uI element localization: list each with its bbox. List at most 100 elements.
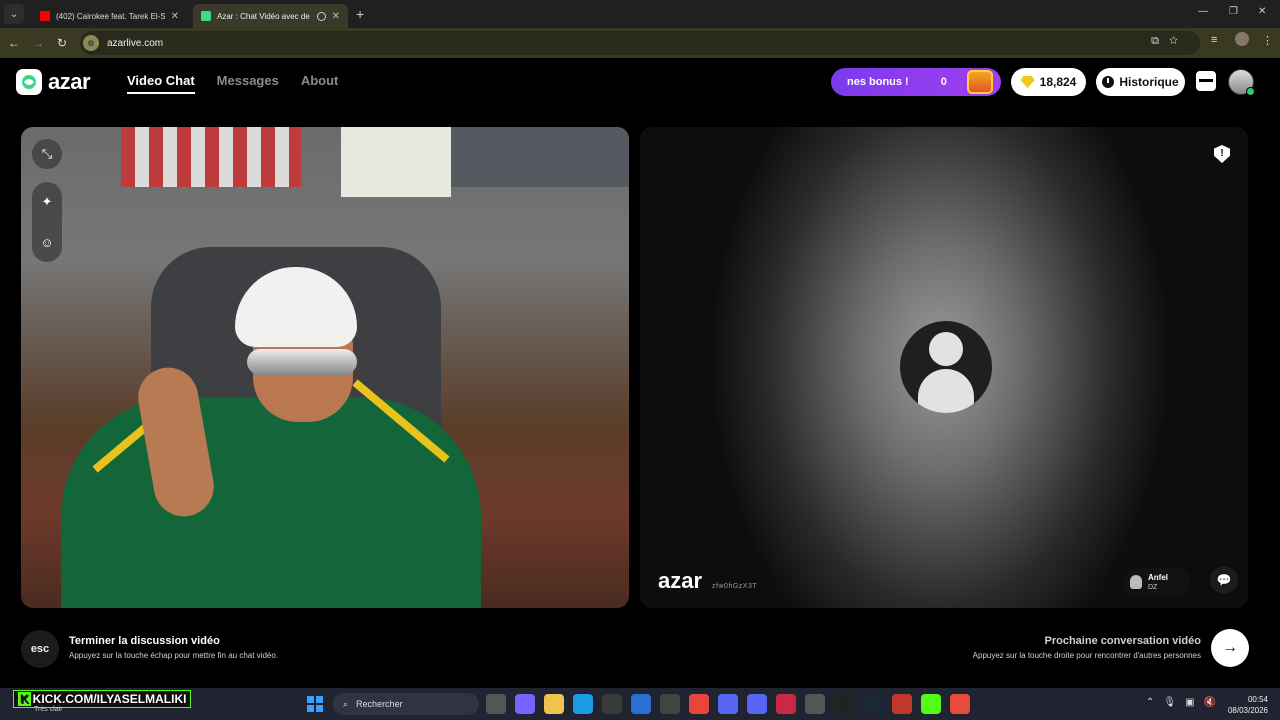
inbox-icon[interactable] [1196,71,1216,91]
main-nav: Video Chat Messages About [127,73,338,94]
copilot-icon[interactable] [515,694,535,714]
app-icon[interactable] [805,694,825,714]
weather-text[interactable]: Très clair [34,706,63,713]
person-torso [61,397,481,608]
avatar-body [918,369,974,413]
youtube-icon [40,11,50,21]
azar-app: azar Video Chat Messages About nes bonus… [0,58,1280,688]
effects-controls: ✦ ☺ [32,182,62,262]
self-video: ⤡ ✦ ☺ [21,127,629,608]
minimize-icon[interactable]: — [1198,6,1208,17]
partner-name: Anfel [1148,572,1168,582]
bonus-text: nes bonus ! [847,76,909,88]
clock-date: 08/03/2026 [1227,706,1268,715]
search-placeholder: Rechercher [356,699,403,709]
recording-icon [316,11,326,21]
azar-logo[interactable]: azar [16,69,91,95]
next-chat-subtitle: Appuyez sur la touche droite pour rencon… [972,651,1201,660]
close-icon[interactable]: ✕ [171,11,179,22]
reading-list-icon[interactable]: ≡ [1211,34,1217,46]
shrink-icon[interactable]: ⤡ [32,139,62,169]
back-icon[interactable]: ← [2,36,26,50]
bonus-banner[interactable]: nes bonus ! 0 [831,68,1001,96]
azar-logo-icon [16,69,42,95]
gems-count: 18,824 [1039,75,1077,89]
background-rack [451,127,629,187]
bonus-value: 0 [940,76,947,88]
taskbar-search[interactable]: ⌕ Rechercher [333,693,479,715]
address-bar[interactable]: ⚙ azarlive.com ⧉☆ [80,31,1200,55]
treasure-chest-icon [967,70,993,94]
online-status-dot [1246,87,1255,96]
chrome-icon[interactable] [689,694,709,714]
gems-balance-button[interactable]: 18,824 [1011,68,1086,96]
file-explorer-icon[interactable] [544,694,564,714]
azar-watermark: azar zfw0hGzX3T [658,568,757,594]
profile-avatar[interactable] [1235,32,1249,46]
forward-icon[interactable]: → [26,36,50,50]
history-button[interactable]: Historique [1096,68,1185,96]
tab-list-chevron-icon[interactable]: ⌄ [4,4,24,24]
reload-icon[interactable]: ↻ [50,36,74,50]
tab-title: (402) Cairokee feat. Tarek El-Sh [56,11,165,21]
background-flag [121,127,301,187]
next-arrow-button[interactable]: → [1211,629,1249,667]
taskbar-clock[interactable]: 00:54 08/03/2026 [1228,694,1268,716]
nav-messages[interactable]: Messages [217,73,279,94]
install-bookmark-icons[interactable]: ⧉☆ [1151,35,1188,48]
app-icon[interactable] [892,694,912,714]
nav-about[interactable]: About [301,73,339,94]
edge-icon[interactable] [573,694,593,714]
partner-placeholder-avatar [900,321,992,413]
system-tray[interactable]: ⌃🎙▣🔇 [1146,697,1225,708]
nav-video-chat[interactable]: Video Chat [127,73,195,94]
background-shirt [341,127,451,197]
app-icon[interactable] [660,694,680,714]
steam-icon[interactable] [863,694,883,714]
magic-wand-icon[interactable]: ✦ [42,194,53,210]
azar-favicon-icon [201,11,211,21]
site-info-icon[interactable]: ⚙ [83,35,99,51]
partner-video: ! azar zfw0hGzX3T Anfel DZ 💬 [640,127,1248,608]
app-icon[interactable] [776,694,796,714]
end-chat-subtitle: Appuyez sur la touche échap pour mettre … [69,651,279,660]
clock-time: 00:54 [1247,695,1268,704]
face-filter-icon[interactable]: ☺ [40,235,53,250]
end-chat-title: Terminer la discussion vidéo [69,635,220,647]
tab-title: Azar : Chat Vidéo avec de r [217,11,311,21]
overlay-text: KICK.COM/ILYASELMALIKI [32,692,187,706]
game-controller-icon[interactable] [718,694,738,714]
clock-icon [1102,76,1115,88]
next-chat-title: Prochaine conversation vidéo [1044,635,1202,647]
browser-tab-bar: ⌄ (402) Cairokee feat. Tarek El-Sh ✕ Aza… [0,0,1280,28]
store-icon[interactable] [602,694,622,714]
logo-text: azar [48,69,91,94]
session-id: zfw0hGzX3T [712,583,758,590]
taskbar-apps [486,694,970,714]
partner-avatar-icon [1130,575,1142,589]
tab-youtube[interactable]: (402) Cairokee feat. Tarek El-Sh ✕ [32,4,187,28]
esc-key-button[interactable]: esc [21,630,59,668]
close-icon[interactable]: ✕ [332,11,340,22]
url-text: azarlive.com [107,37,164,49]
more-vert-icon[interactable]: ⋮ [1262,34,1273,47]
task-view-icon[interactable] [486,694,506,714]
outlook-icon[interactable] [631,694,651,714]
app-icon[interactable] [950,694,970,714]
plus-icon[interactable]: + [356,6,364,22]
window-close-icon[interactable]: ✕ [1258,6,1266,17]
windows-start-icon[interactable] [307,696,323,712]
gem-icon [1020,76,1035,88]
search-icon: ⌕ [343,698,349,709]
chat-bubble-icon[interactable]: 💬 [1210,566,1238,594]
app-icon[interactable] [834,694,854,714]
play-icon[interactable] [921,694,941,714]
restore-icon[interactable]: ❐ [1229,6,1238,17]
watermark-logo: azar [658,568,703,593]
user-avatar[interactable] [1228,69,1255,96]
partner-info[interactable]: Anfel DZ [1124,568,1190,596]
end-chat-hint: Terminer la discussion vidéo Appuyez sur… [69,635,278,660]
discord-icon[interactable] [747,694,767,714]
tab-azar[interactable]: Azar : Chat Vidéo avec de r ✕ [193,4,348,28]
report-shield-icon[interactable]: ! [1214,145,1230,163]
